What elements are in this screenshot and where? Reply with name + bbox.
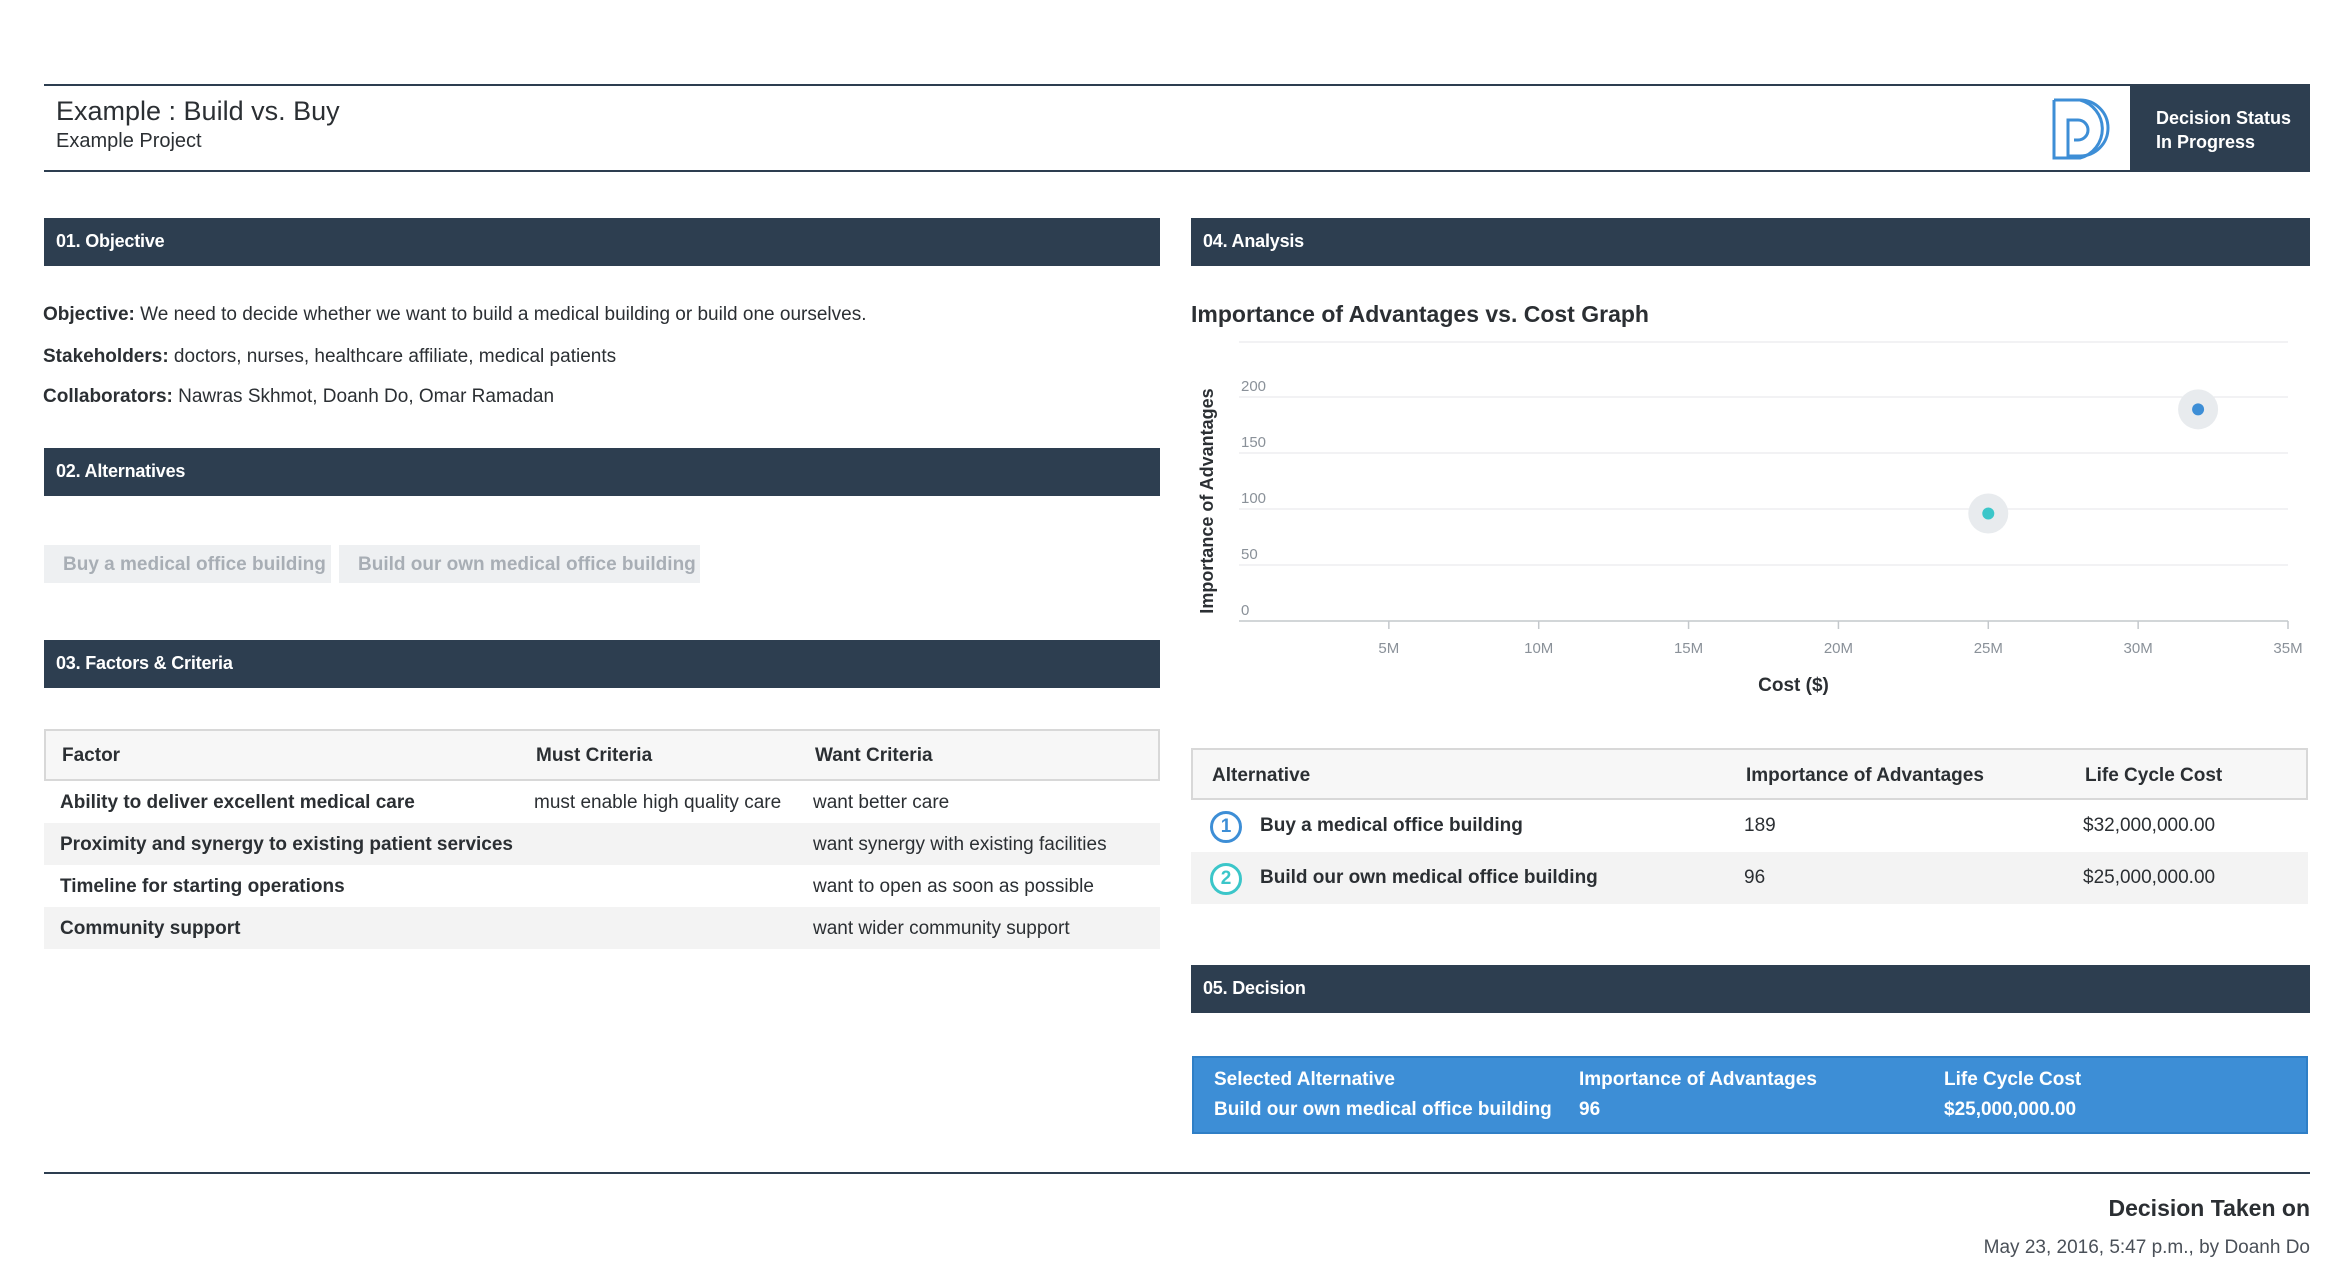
table-row: 1 Buy a medical office building 189 $32,… (1191, 800, 2308, 852)
x-tick-label: 15M (1674, 640, 1703, 657)
alternative-name: Build our own medical office building (1260, 867, 1598, 888)
y-tick-label: 100 (1241, 490, 1266, 507)
column-header-importance: Importance of Advantages (1746, 765, 1984, 786)
selected-alternative-label: Selected Alternative (1214, 1069, 1395, 1090)
factor-name: Community support (60, 918, 241, 939)
section-analysis-header: 04. Analysis (1191, 218, 2310, 266)
alternative-number-badge: 1 (1210, 811, 1242, 843)
factor-name: Timeline for starting operations (60, 876, 345, 897)
alternative-chip[interactable]: Build our own medical office building (339, 545, 700, 583)
stakeholders-line: Stakeholders: doctors, nurses, healthcar… (43, 346, 617, 367)
collaborators-line: Collaborators: Nawras Skhmot, Doanh Do, … (43, 386, 555, 407)
column-header-factor: Factor (62, 745, 121, 766)
y-tick-label: 200 (1241, 378, 1266, 395)
x-axis-label: Cost ($) (1758, 675, 1829, 696)
d-logo-icon (2052, 98, 2110, 160)
decision-taken-label: Decision Taken on (2108, 1195, 2310, 1221)
x-tick-label: 35M (2273, 640, 2302, 657)
cost-value: $25,000,000.00 (2083, 867, 2216, 888)
data-point (2192, 403, 2205, 416)
x-tick-label: 20M (1824, 640, 1853, 657)
table-row: Timeline for starting operations want to… (44, 865, 1160, 907)
factor-name: Proximity and synergy to existing patien… (60, 834, 513, 855)
table-row: Proximity and synergy to existing patien… (44, 823, 1160, 865)
page-title: Example : Build vs. Buy (56, 96, 340, 126)
analysis-table-header: Alternative Importance of Advantages Lif… (1191, 748, 2308, 800)
factor-name: Ability to deliver excellent medical car… (60, 792, 415, 813)
decision-taken-value: May 23, 2016, 5:47 p.m., by Doanh Do (1983, 1237, 2310, 1258)
column-header-want: Want Criteria (815, 745, 933, 766)
status-value: In Progress (2156, 132, 2256, 152)
want-criteria: want wider community support (813, 918, 1070, 939)
y-tick-label: 50 (1241, 546, 1258, 563)
footer-rule (44, 1172, 2310, 1174)
x-tick-label: 5M (1378, 640, 1399, 657)
decision-status-badge: Decision Status In Progress (2130, 86, 2310, 170)
alternative-number-badge: 2 (1210, 863, 1242, 895)
cost-value: $32,000,000.00 (2083, 815, 2216, 836)
importance-label: Importance of Advantages (1579, 1069, 1817, 1090)
importance-value: 96 (1744, 867, 1766, 888)
section-decision-header: 05. Decision (1191, 965, 2310, 1013)
want-criteria: want to open as soon as possible (813, 876, 1094, 897)
x-tick-label: 30M (2124, 640, 2153, 657)
objective-line: Objective: We need to decide whether we … (43, 304, 867, 325)
factors-table-header: Factor Must Criteria Want Criteria (44, 729, 1160, 781)
cost-label: Life Cycle Cost (1944, 1069, 2082, 1090)
selected-alternative-value: Build our own medical office building (1214, 1099, 1552, 1120)
column-header-cost: Life Cycle Cost (2085, 765, 2223, 786)
y-tick-label: 0 (1241, 602, 1249, 619)
want-criteria: want better care (813, 792, 950, 813)
table-row: Ability to deliver excellent medical car… (44, 781, 1160, 823)
want-criteria: want synergy with existing facilities (813, 834, 1107, 855)
header-top-rule (44, 84, 2310, 86)
table-row: Community support want wider community s… (44, 907, 1160, 949)
column-header-must: Must Criteria (536, 745, 653, 766)
cost-value: $25,000,000.00 (1944, 1099, 2077, 1120)
x-tick-label: 25M (1974, 640, 2003, 657)
alternative-name: Buy a medical office building (1260, 815, 1523, 836)
section-objective-header: 01. Objective (44, 218, 1160, 266)
status-label: Decision Status (2156, 108, 2292, 128)
y-axis-label: Importance of Advantages (1197, 388, 1217, 613)
importance-value: 189 (1744, 815, 1776, 836)
scatter-chart: 0 50 100 150 200 5M 10M 15M 20M 25M 30M 35M Cost ($)… (1197, 341, 2303, 696)
project-name: Example Project (56, 130, 202, 152)
column-header-alternative: Alternative (1212, 765, 1311, 786)
section-alternatives-header: 02. Alternatives (44, 448, 1160, 496)
section-factors-header: 03. Factors & Criteria (44, 640, 1160, 688)
data-point (1982, 507, 1995, 520)
table-row: 2 Build our own medical office building … (1191, 852, 2308, 904)
importance-value: 96 (1579, 1099, 1601, 1120)
must-criteria: must enable high quality care (534, 792, 782, 813)
x-tick-label: 10M (1524, 640, 1553, 657)
alternative-chip[interactable]: Buy a medical office building (44, 545, 331, 583)
chart-title: Importance of Advantages vs. Cost Graph (1191, 301, 1649, 327)
selected-decision-box: Selected Alternative Importance of Advan… (1192, 1056, 2308, 1134)
factors-table: Factor Must Criteria Want Criteria Abili… (44, 729, 1160, 949)
header-bottom-rule (44, 170, 2310, 172)
y-tick-label: 150 (1241, 434, 1266, 451)
analysis-table: Alternative Importance of Advantages Lif… (1191, 748, 2308, 904)
